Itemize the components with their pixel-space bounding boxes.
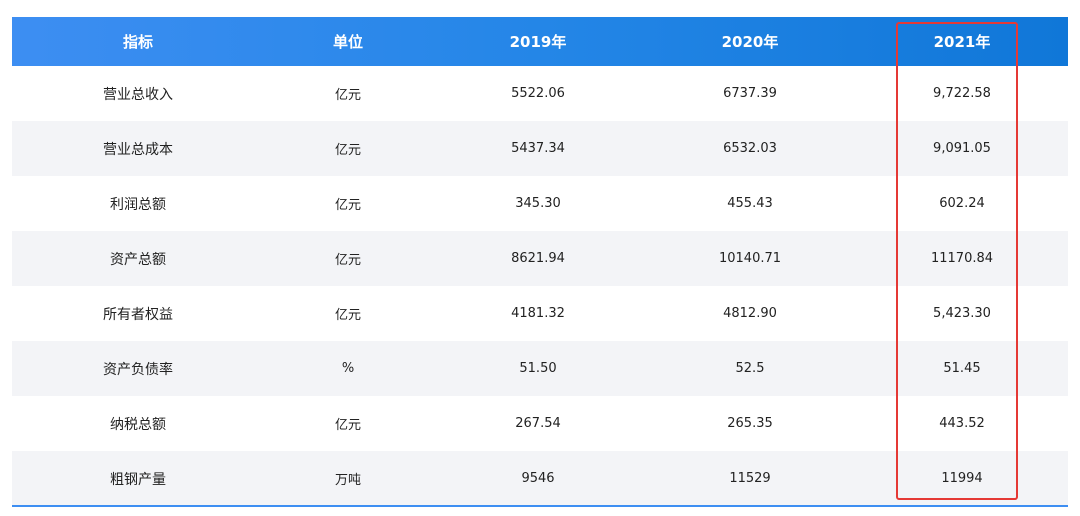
cell-unit: 亿元 bbox=[334, 418, 361, 433]
table-row: 纳税总额 亿元 267.54 265.35 443.52 bbox=[12, 396, 1068, 451]
cell-indicator: 营业总成本 bbox=[12, 121, 264, 176]
page: 指标 单位 2019年 2020年 2021年 营业总收入 亿元 5522.06… bbox=[0, 0, 1080, 516]
cell-2021: 443.52 bbox=[939, 416, 985, 431]
cell-indicator: 粗钢产量 bbox=[12, 451, 264, 506]
cell-2021: 11994 bbox=[856, 451, 1068, 506]
header-2020: 2020年 bbox=[721, 33, 779, 51]
table-row: 粗钢产量 万吨 9546 11529 11994 bbox=[12, 451, 1068, 506]
cell-2019: 51.50 bbox=[432, 341, 644, 396]
header-2021: 2021年 bbox=[933, 33, 991, 51]
cell-2019: 345.30 bbox=[515, 196, 561, 211]
cell-2020: 10140.71 bbox=[644, 231, 856, 286]
table-row: 营业总成本 亿元 5437.34 6532.03 9,091.05 bbox=[12, 121, 1068, 176]
cell-indicator: 所有者权益 bbox=[103, 306, 173, 323]
cell-unit: 万吨 bbox=[264, 451, 432, 506]
cell-2019: 9546 bbox=[432, 451, 644, 506]
cell-2021: 9,091.05 bbox=[856, 121, 1068, 176]
cell-2021: 602.24 bbox=[939, 196, 985, 211]
cell-2020: 6737.39 bbox=[723, 86, 777, 101]
cell-2021: 9,722.58 bbox=[933, 86, 991, 101]
cell-indicator: 纳税总额 bbox=[110, 416, 166, 433]
cell-unit: 亿元 bbox=[264, 121, 432, 176]
cell-2019: 267.54 bbox=[515, 416, 561, 431]
cell-indicator: 营业总收入 bbox=[103, 86, 173, 103]
cell-unit: 亿元 bbox=[264, 231, 432, 286]
cell-2021: 51.45 bbox=[856, 341, 1068, 396]
cell-unit: % bbox=[264, 341, 432, 396]
cell-2019: 5522.06 bbox=[511, 86, 565, 101]
header-indicator: 指标 bbox=[122, 33, 153, 51]
cell-2019: 5437.34 bbox=[432, 121, 644, 176]
cell-2020: 11529 bbox=[644, 451, 856, 506]
indicator-table: 指标 单位 2019年 2020年 2021年 营业总收入 亿元 5522.06… bbox=[12, 17, 1068, 506]
cell-2020: 265.35 bbox=[727, 416, 773, 431]
cell-2020: 455.43 bbox=[727, 196, 773, 211]
cell-indicator: 利润总额 bbox=[110, 196, 166, 213]
cell-2020: 4812.90 bbox=[723, 306, 777, 321]
table-row: 资产负债率 % 51.50 52.5 51.45 bbox=[12, 341, 1068, 396]
cell-indicator: 资产负债率 bbox=[12, 341, 264, 396]
header-unit: 单位 bbox=[332, 33, 363, 51]
cell-2019: 8621.94 bbox=[432, 231, 644, 286]
cell-2019: 4181.32 bbox=[511, 306, 565, 321]
table-row: 营业总收入 亿元 5522.06 6737.39 9,722.58 bbox=[12, 66, 1068, 121]
cell-unit: 亿元 bbox=[334, 198, 361, 213]
header-2019: 2019年 bbox=[509, 33, 567, 51]
cell-unit: 亿元 bbox=[334, 308, 361, 323]
table-header: 指标 单位 2019年 2020年 2021年 bbox=[12, 17, 1068, 66]
cell-2021: 5,423.30 bbox=[933, 306, 991, 321]
table-bottom-rule bbox=[12, 505, 1068, 507]
cell-indicator: 资产总额 bbox=[12, 231, 264, 286]
table-row: 利润总额 亿元 345.30 455.43 602.24 bbox=[12, 176, 1068, 231]
table-row: 资产总额 亿元 8621.94 10140.71 11170.84 bbox=[12, 231, 1068, 286]
cell-2020: 52.5 bbox=[644, 341, 856, 396]
cell-2020: 6532.03 bbox=[644, 121, 856, 176]
cell-2021: 11170.84 bbox=[856, 231, 1068, 286]
table-row: 所有者权益 亿元 4181.32 4812.90 5,423.30 bbox=[12, 286, 1068, 341]
cell-unit: 亿元 bbox=[334, 88, 361, 103]
